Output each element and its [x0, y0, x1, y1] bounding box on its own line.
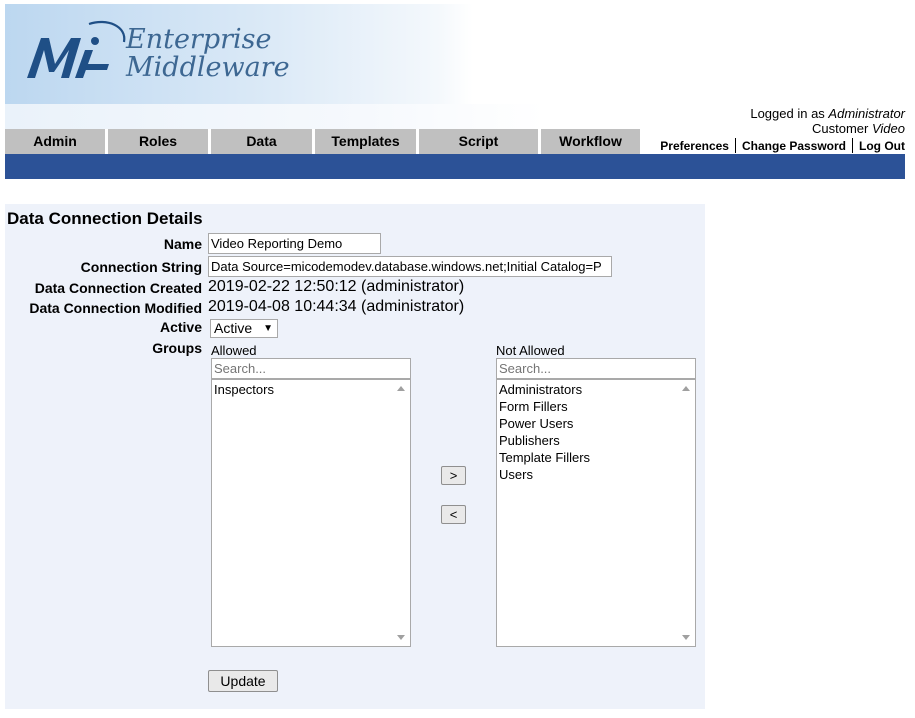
- move-left-button[interactable]: <: [441, 505, 466, 524]
- allowed-listbox[interactable]: Inspectors: [211, 379, 411, 647]
- scrollbar[interactable]: [393, 380, 410, 646]
- user-links: Preferences Change Password Log Out: [660, 138, 905, 153]
- tab-data[interactable]: Data: [211, 129, 315, 154]
- tab-workflow[interactable]: Workflow: [541, 129, 640, 154]
- modified-value: 2019-04-08 10:44:34 (administrator): [208, 298, 465, 315]
- main-nav: Admin Roles Data Templates Script Refere…: [5, 129, 640, 174]
- scroll-down-icon[interactable]: [682, 635, 690, 640]
- page-title: Data Connection Details: [7, 209, 203, 228]
- list-item[interactable]: Administrators: [499, 381, 590, 398]
- scroll-up-icon[interactable]: [682, 386, 690, 391]
- allowed-search-input[interactable]: [211, 358, 411, 379]
- tab-templates[interactable]: Templates: [315, 129, 419, 154]
- logo-line-2: Middleware: [126, 52, 290, 83]
- update-button[interactable]: Update: [208, 670, 278, 692]
- link-divider: [852, 138, 854, 153]
- list-item[interactable]: Users: [499, 466, 590, 483]
- active-label: Active: [159, 319, 202, 335]
- log-out-link[interactable]: Log Out: [859, 139, 905, 153]
- allowed-label: Allowed: [211, 343, 257, 358]
- list-item[interactable]: Form Fillers: [499, 398, 590, 415]
- scroll-up-icon[interactable]: [397, 386, 405, 391]
- logged-in-prefix: Logged in as: [750, 106, 825, 121]
- header-banner: Enterprise Middleware: [5, 4, 905, 104]
- not-allowed-search-input[interactable]: [496, 358, 696, 379]
- active-select-value: Active: [214, 320, 253, 336]
- not-allowed-listbox[interactable]: Administrators Form Fillers Power Users …: [496, 379, 696, 647]
- name-label: Name: [163, 236, 202, 252]
- modified-label: Data Connection Modified: [29, 300, 202, 316]
- tab-roles[interactable]: Roles: [108, 129, 211, 154]
- active-select[interactable]: Active ▼: [210, 319, 278, 338]
- groups-label: Groups: [152, 340, 202, 356]
- details-panel: Data Connection Details Name Video Repor…: [5, 204, 705, 709]
- logged-in-user: Administrator: [828, 106, 905, 121]
- preferences-link[interactable]: Preferences: [660, 139, 729, 153]
- scroll-down-icon[interactable]: [397, 635, 405, 640]
- tab-admin[interactable]: Admin: [5, 129, 108, 154]
- connection-string-input[interactable]: Data Source=micodemodev.database.windows…: [208, 256, 612, 277]
- user-info: Logged in as Administrator Customer Vide…: [750, 106, 905, 136]
- list-item[interactable]: Power Users: [499, 415, 590, 432]
- created-label: Data Connection Created: [34, 280, 202, 296]
- blue-bar: [5, 154, 905, 179]
- list-item[interactable]: Publishers: [499, 432, 590, 449]
- dropdown-arrow-icon: ▼: [263, 323, 273, 334]
- created-value: 2019-02-22 12:50:12 (administrator): [208, 278, 465, 295]
- link-divider: [734, 138, 736, 153]
- move-right-button[interactable]: >: [441, 466, 466, 485]
- connection-string-label: Connection String: [80, 259, 202, 275]
- not-allowed-label: Not Allowed: [496, 343, 565, 358]
- list-item[interactable]: Inspectors: [214, 381, 274, 398]
- logo-line-1: Enterprise: [126, 24, 272, 55]
- scrollbar[interactable]: [678, 380, 695, 646]
- customer-prefix: Customer: [812, 121, 869, 136]
- name-input[interactable]: Video Reporting Demo: [208, 233, 381, 254]
- company-logo: [27, 20, 126, 78]
- change-password-link[interactable]: Change Password: [742, 139, 846, 153]
- list-item[interactable]: Template Fillers: [499, 449, 590, 466]
- logo-text: Enterprise Middleware: [126, 26, 290, 82]
- tab-script-references[interactable]: Script References: [419, 129, 541, 174]
- customer-name: Video: [871, 121, 905, 136]
